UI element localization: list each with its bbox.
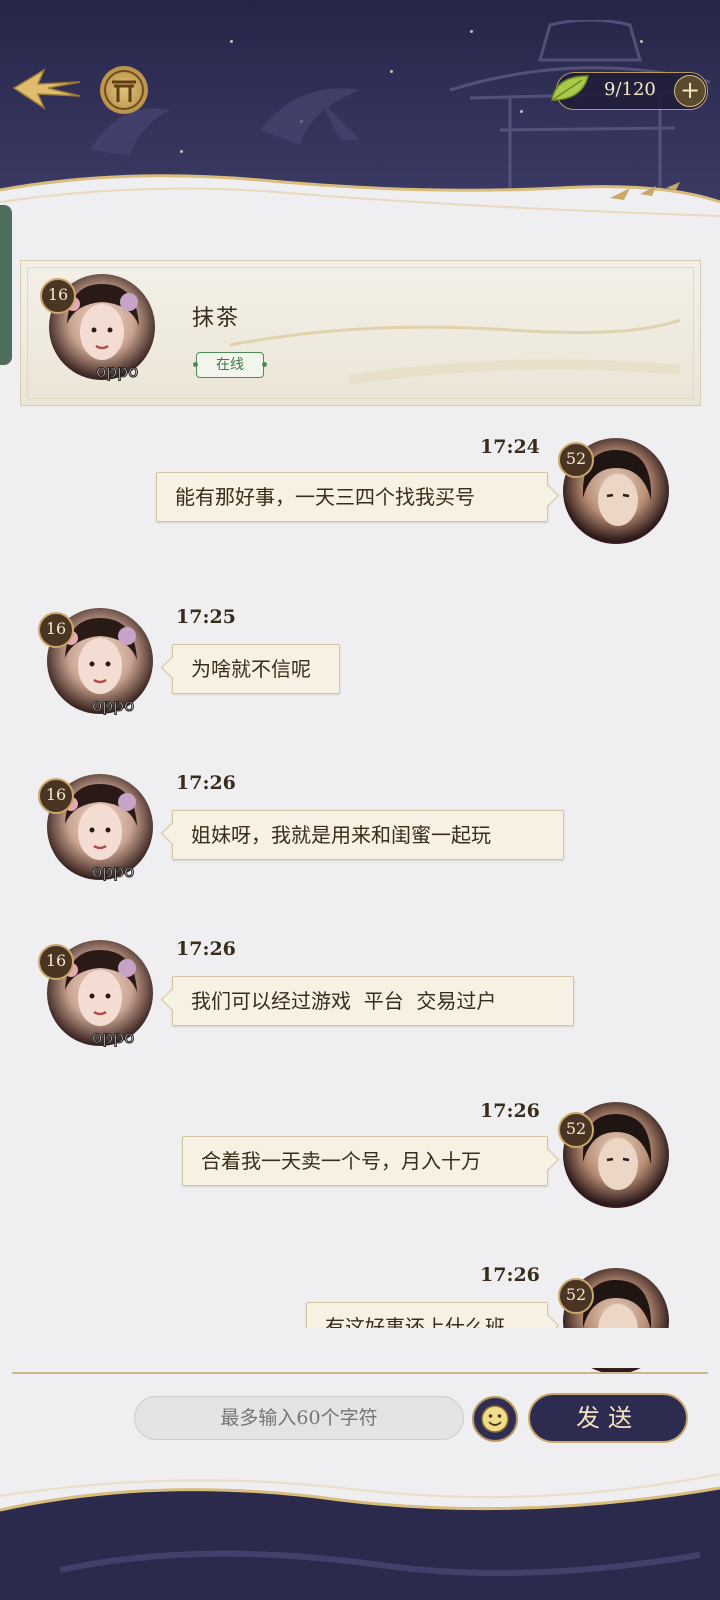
my-level: 52: [558, 442, 594, 478]
online-status-badge: 在线: [193, 352, 267, 378]
contact-avatar[interactable]: 16 oppo: [32, 602, 162, 722]
back-button[interactable]: [8, 62, 84, 114]
emoji-icon: [481, 1405, 509, 1433]
bottom-banner: [0, 1473, 720, 1600]
leaf-icon: [551, 75, 589, 101]
contact-level: 16: [38, 778, 74, 814]
contact-level: 16: [38, 612, 74, 648]
back-arrow-icon: [12, 68, 81, 111]
message-time: 17:26: [176, 938, 236, 960]
card-ink-decoration: [229, 318, 681, 385]
message-bubble[interactable]: 我们可以经过游戏 平台 交易过户: [172, 976, 574, 1026]
message-bubble[interactable]: 姐妹呀，我就是用来和闺蜜一起玩: [172, 810, 564, 860]
message-bubble[interactable]: 为啥就不信呢: [172, 644, 340, 694]
message-time: 17:26: [480, 1100, 540, 1122]
stamina-value: 9/120: [604, 79, 656, 100]
add-stamina-button[interactable]: +: [674, 75, 706, 107]
contact-level: 16: [40, 278, 76, 314]
my-avatar[interactable]: 52: [548, 432, 678, 552]
message-bubble[interactable]: 能有那好事，一天三四个找我买号: [156, 472, 548, 522]
message-time: 17:26: [176, 772, 236, 794]
message-input[interactable]: [134, 1396, 464, 1440]
contact-name: 抹茶: [192, 306, 241, 331]
my-level: 52: [558, 1112, 594, 1148]
input-divider: [12, 1372, 708, 1374]
message-time: 17:25: [176, 606, 236, 628]
contact-level: 16: [38, 944, 74, 980]
send-button[interactable]: 发送: [528, 1393, 688, 1443]
emoji-button[interactable]: [472, 1396, 518, 1442]
avatar-brand-badge: oppo: [91, 1028, 135, 1049]
message-time: 17:26: [480, 1264, 540, 1286]
gate-icon: [104, 70, 144, 110]
side-tab[interactable]: [0, 205, 12, 365]
top-banner: [0, 0, 720, 232]
avatar-brand-badge: oppo: [91, 862, 135, 883]
contact-avatar[interactable]: 16 oppo: [32, 768, 162, 888]
contact-avatar[interactable]: 16 oppo: [34, 268, 164, 388]
message-bubble[interactable]: 合着我一天卖一个号，月入十万: [182, 1136, 548, 1186]
swallow-decoration: [610, 182, 680, 200]
gate-button[interactable]: [100, 66, 148, 114]
avatar-brand-badge: oppo: [95, 362, 139, 383]
avatar-brand-badge: oppo: [91, 696, 135, 717]
message-time: 17:24: [480, 436, 540, 458]
contact-avatar[interactable]: 16 oppo: [32, 934, 162, 1054]
plus-icon: +: [679, 76, 701, 104]
chat-clip: [0, 1328, 720, 1368]
my-level: 52: [558, 1278, 594, 1314]
my-avatar[interactable]: 52: [548, 1096, 678, 1216]
